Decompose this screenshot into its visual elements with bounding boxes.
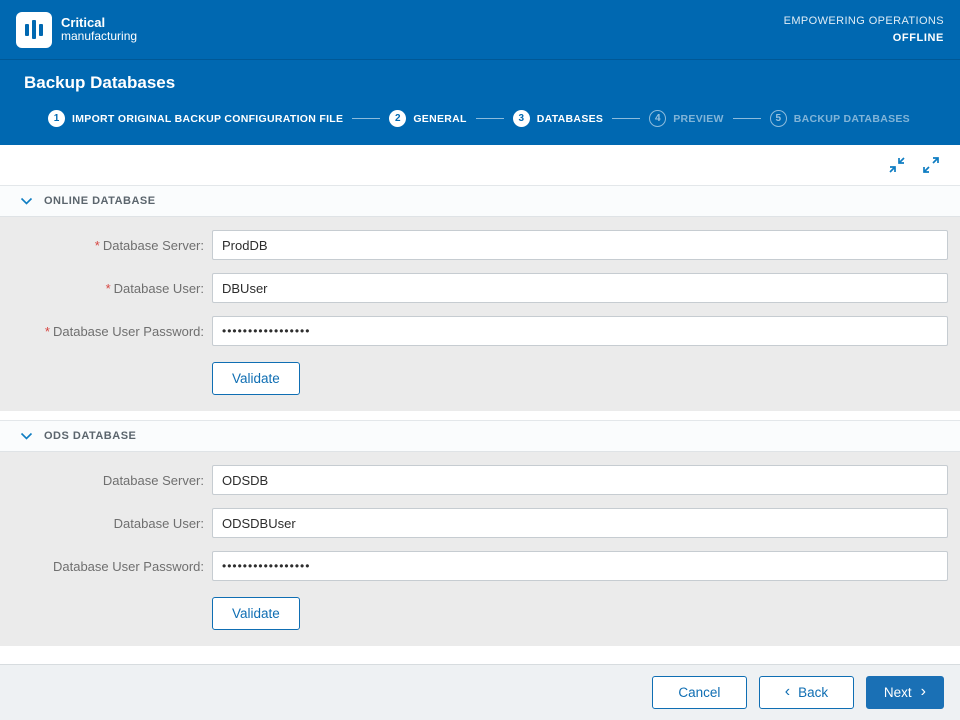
brand-name-bottom: manufacturing — [61, 30, 137, 43]
footer-bar: Cancel ‹ Back Next › — [0, 664, 960, 720]
step-connector — [352, 118, 380, 119]
wizard-steps: 1 IMPORT ORIGINAL BACKUP CONFIGURATION F… — [24, 110, 936, 127]
brand-name-top: Critical — [61, 16, 137, 30]
section-title: ONLINE DATABASE — [44, 195, 156, 207]
page-title: Backup Databases — [24, 73, 936, 93]
header-right: EMPOWERING OPERATIONS OFFLINE — [784, 13, 944, 46]
back-button[interactable]: ‹ Back — [759, 676, 854, 709]
step-connector — [612, 118, 640, 119]
wizard-header: Backup Databases 1 IMPORT ORIGINAL BACKU… — [0, 60, 960, 145]
form-row: *Database Server: — [12, 230, 948, 260]
section-spacer — [0, 411, 960, 420]
validate-row: Validate — [212, 362, 948, 395]
step-number-badge: 1 — [48, 110, 65, 127]
wizard-step-general[interactable]: 2 GENERAL — [389, 110, 466, 127]
cancel-button[interactable]: Cancel — [652, 676, 747, 709]
top-header: Critical manufacturing EMPOWERING OPERAT… — [0, 0, 960, 60]
main-content: ONLINE DATABASE *Database Server: *Datab… — [0, 145, 960, 646]
ods-database-server-input[interactable] — [212, 465, 948, 495]
step-number-badge: 2 — [389, 110, 406, 127]
back-chevron-icon: ‹ — [785, 684, 790, 700]
validate-button[interactable]: Validate — [212, 597, 300, 630]
brand-text: Critical manufacturing — [61, 16, 137, 42]
validate-button[interactable]: Validate — [212, 362, 300, 395]
field-label: Database User: — [12, 516, 204, 531]
step-label: GENERAL — [413, 113, 466, 125]
chevron-down-icon — [20, 432, 33, 441]
required-asterisk: * — [45, 324, 50, 339]
step-connector — [733, 118, 761, 119]
section-body-ods-database: Database Server: Database User: Database… — [0, 452, 960, 646]
expand-all-icon[interactable] — [922, 156, 940, 174]
section-body-online-database: *Database Server: *Database User: *Datab… — [0, 217, 960, 411]
form-row: Database Server: — [12, 465, 948, 495]
form-row: *Database User Password: — [12, 316, 948, 346]
database-user-input[interactable] — [212, 273, 948, 303]
next-button[interactable]: Next › — [866, 676, 944, 709]
step-number-badge: 5 — [770, 110, 787, 127]
step-label: BACKUP DATABASES — [794, 113, 910, 125]
form-row: Database User Password: — [12, 551, 948, 581]
field-label: Database Server: — [12, 473, 204, 488]
step-number-badge: 3 — [513, 110, 530, 127]
step-label: PREVIEW — [673, 113, 724, 125]
step-label: DATABASES — [537, 113, 603, 125]
wizard-step-backup-databases: 5 BACKUP DATABASES — [770, 110, 910, 127]
required-asterisk: * — [95, 238, 100, 253]
section-header-online-database[interactable]: ONLINE DATABASE — [0, 185, 960, 217]
wizard-step-preview: 4 PREVIEW — [649, 110, 724, 127]
form-row: Database User: — [12, 508, 948, 538]
step-connector — [476, 118, 504, 119]
step-number-badge: 4 — [649, 110, 666, 127]
field-label: *Database User Password: — [12, 324, 204, 339]
ods-database-user-password-input[interactable] — [212, 551, 948, 581]
database-server-input[interactable] — [212, 230, 948, 260]
brand-logo-icon — [16, 12, 52, 48]
field-label: *Database Server: — [12, 238, 204, 253]
validate-row: Validate — [212, 597, 948, 630]
brand: Critical manufacturing — [16, 12, 137, 48]
next-chevron-icon: › — [921, 684, 926, 700]
step-label: IMPORT ORIGINAL BACKUP CONFIGURATION FIL… — [72, 113, 343, 125]
back-button-label: Back — [798, 685, 828, 700]
form-row: *Database User: — [12, 273, 948, 303]
field-label: *Database User: — [12, 281, 204, 296]
panel-tools — [0, 145, 960, 185]
wizard-step-databases[interactable]: 3 DATABASES — [513, 110, 603, 127]
database-user-password-input[interactable] — [212, 316, 948, 346]
section-header-ods-database[interactable]: ODS DATABASE — [0, 420, 960, 452]
next-button-label: Next — [884, 685, 912, 700]
ods-database-user-input[interactable] — [212, 508, 948, 538]
section-title: ODS DATABASE — [44, 430, 136, 442]
required-asterisk: * — [106, 281, 111, 296]
app-window: Critical manufacturing EMPOWERING OPERAT… — [0, 0, 960, 720]
offline-status-badge: OFFLINE — [784, 30, 944, 47]
chevron-down-icon — [20, 197, 33, 206]
field-label: Database User Password: — [12, 559, 204, 574]
tagline-text: EMPOWERING OPERATIONS — [784, 13, 944, 30]
wizard-step-import[interactable]: 1 IMPORT ORIGINAL BACKUP CONFIGURATION F… — [48, 110, 343, 127]
cancel-button-label: Cancel — [678, 685, 720, 700]
collapse-all-icon[interactable] — [888, 156, 906, 174]
